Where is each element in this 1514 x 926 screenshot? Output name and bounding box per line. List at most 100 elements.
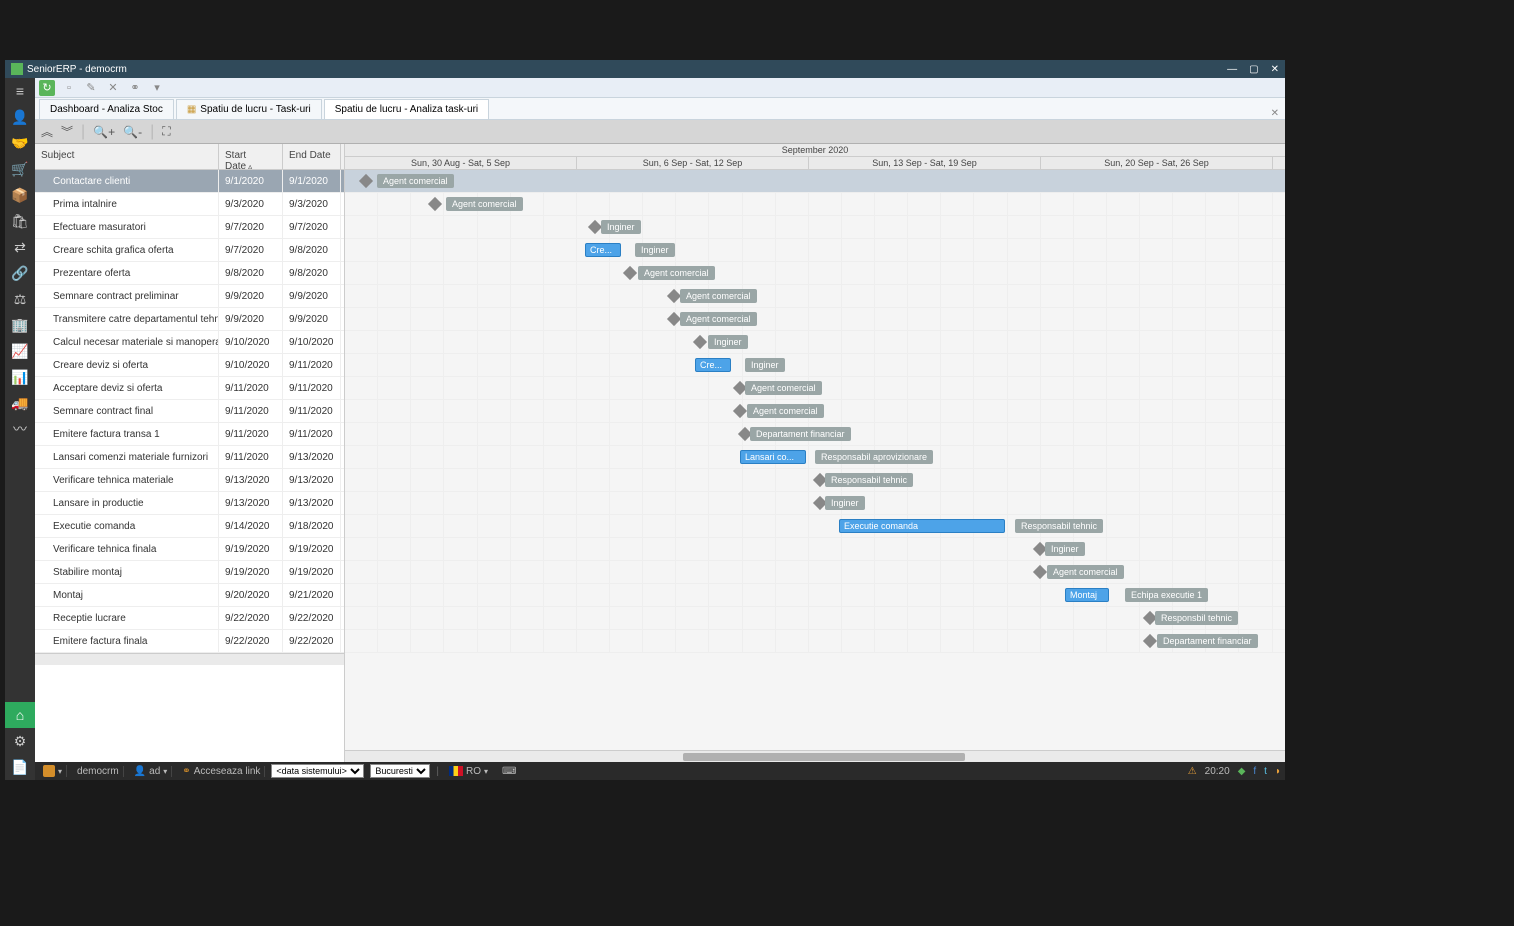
task-row[interactable]: Executie comanda 9/14/2020 9/18/2020	[35, 515, 344, 538]
scrollbar-thumb[interactable]	[683, 753, 965, 761]
cell-end: 9/11/2020	[283, 423, 341, 445]
user-icon[interactable]: 👤	[5, 104, 35, 130]
expand-all-button[interactable]: ︾	[61, 123, 73, 140]
zoom-in-button[interactable]: 🔍+	[93, 125, 115, 139]
gantt-milestone[interactable]	[359, 174, 373, 188]
shop-icon[interactable]: 🛍	[5, 208, 35, 234]
column-subject[interactable]: Subject	[35, 144, 219, 169]
gantt-milestone[interactable]	[428, 197, 442, 211]
status-link[interactable]: Acceseaza link	[194, 766, 261, 777]
task-row[interactable]: Stabilire montaj 9/19/2020 9/19/2020	[35, 561, 344, 584]
task-row[interactable]: Lansare in productie 9/13/2020 9/13/2020	[35, 492, 344, 515]
cell-subject: Prima intalnire	[35, 193, 219, 215]
link-icon[interactable]: 🔗	[5, 260, 35, 286]
truck-icon[interactable]: 🚚	[5, 390, 35, 416]
gantt-resource-label: Responsabil aprovizionare	[815, 450, 933, 464]
task-row[interactable]: Semnare contract preliminar 9/9/2020 9/9…	[35, 285, 344, 308]
task-row[interactable]: Calcul necesar materiale si manopera 9/1…	[35, 331, 344, 354]
task-row[interactable]: Acceptare deviz si oferta 9/11/2020 9/11…	[35, 377, 344, 400]
status-db: democrm	[77, 766, 119, 777]
scales-icon[interactable]: ⚖	[5, 286, 35, 312]
gear-icon[interactable]: ⚙	[5, 728, 35, 754]
cell-subject: Lansare in productie	[35, 492, 219, 514]
column-end-date[interactable]: End Date	[283, 144, 341, 169]
gantt-resource-label: Inginer	[708, 335, 748, 349]
task-row[interactable]: Prezentare oferta 9/8/2020 9/8/2020	[35, 262, 344, 285]
task-row[interactable]: Receptie lucrare 9/22/2020 9/22/2020	[35, 607, 344, 630]
refresh-button[interactable]: ↻	[39, 80, 55, 96]
link-button[interactable]: ⚭	[127, 80, 143, 96]
hand-icon[interactable]: 🤝	[5, 130, 35, 156]
gantt-milestone[interactable]	[588, 220, 602, 234]
gantt-milestone[interactable]	[693, 335, 707, 349]
status-city-select[interactable]: Bucuresti	[370, 764, 430, 778]
warning-icon[interactable]: ⚠	[1188, 766, 1197, 777]
gantt-hscrollbar[interactable]	[345, 750, 1285, 762]
column-start-date[interactable]: Start Date▵	[219, 144, 283, 169]
task-row[interactable]: Emitere factura transa 1 9/11/2020 9/11/…	[35, 423, 344, 446]
lang-dropdown[interactable]: ▾	[484, 767, 488, 776]
gantt-milestone[interactable]	[667, 312, 681, 326]
task-row[interactable]: Creare deviz si oferta 9/10/2020 9/11/20…	[35, 354, 344, 377]
close-button[interactable]: ✕	[1271, 64, 1279, 75]
zoom-out-button[interactable]: 🔍-	[123, 125, 142, 139]
cart-icon[interactable]: 🛒	[5, 156, 35, 182]
fit-button[interactable]: ⛶	[162, 124, 170, 139]
cell-start: 9/14/2020	[219, 515, 283, 537]
save-button[interactable]: ▫	[61, 80, 77, 96]
minimize-button[interactable]: —	[1227, 64, 1237, 75]
transfer-icon[interactable]: ⇄	[5, 234, 35, 260]
bars-icon[interactable]: 📊	[5, 364, 35, 390]
wave-icon[interactable]: 〰	[5, 416, 35, 442]
task-row[interactable]: Prima intalnire 9/3/2020 9/3/2020	[35, 193, 344, 216]
user-dropdown[interactable]: ▾	[163, 767, 167, 776]
box-icon[interactable]: 📦	[5, 182, 35, 208]
menu-icon[interactable]: ≡	[5, 78, 35, 104]
tab-close-button[interactable]: ✕	[1271, 108, 1279, 119]
tab-workspace-analysis[interactable]: Spatiu de lucru - Analiza task-uri	[324, 99, 489, 119]
dropdown-button[interactable]: ▾	[149, 80, 165, 96]
gantt-task-bar[interactable]: Lansari co...	[740, 450, 806, 464]
gantt-task-bar[interactable]: Executie comanda	[839, 519, 1005, 533]
task-row[interactable]: Semnare contract final 9/11/2020 9/11/20…	[35, 400, 344, 423]
gantt-task-bar[interactable]: Montaj	[1065, 588, 1109, 602]
tab-workspace-tasks[interactable]: ▦Spatiu de lucru - Task-uri	[176, 99, 322, 119]
task-row[interactable]: Montaj 9/20/2020 9/21/2020	[35, 584, 344, 607]
gantt-task-bar[interactable]: Cre...	[695, 358, 731, 372]
tab-label: Spatiu de lucru - Analiza task-uri	[335, 104, 478, 115]
twitter-icon[interactable]: t	[1264, 766, 1267, 777]
gantt-milestone[interactable]	[1033, 565, 1047, 579]
task-row[interactable]: Efectuare masuratori 9/7/2020 9/7/2020	[35, 216, 344, 239]
building-icon[interactable]: 🏢	[5, 312, 35, 338]
tab-dashboard[interactable]: Dashboard - Analiza Stoc	[39, 99, 174, 119]
gantt-milestone[interactable]	[733, 404, 747, 418]
grid-hscrollbar[interactable]	[35, 653, 344, 665]
task-row[interactable]: Lansari comenzi materiale furnizori 9/11…	[35, 446, 344, 469]
cell-end: 9/21/2020	[283, 584, 341, 606]
task-row[interactable]: Creare schita grafica oferta 9/7/2020 9/…	[35, 239, 344, 262]
gantt-week-header: Sun, 13 Sep - Sat, 19 Sep	[809, 157, 1041, 169]
task-row[interactable]: Contactare clienti 9/1/2020 9/1/2020	[35, 170, 344, 193]
cell-end: 9/22/2020	[283, 630, 341, 652]
keyboard-icon[interactable]: ⌨	[502, 766, 516, 777]
task-row[interactable]: Emitere factura finala 9/22/2020 9/22/20…	[35, 630, 344, 653]
task-row[interactable]: Transmitere catre departamentul tehnic 9…	[35, 308, 344, 331]
report-icon[interactable]: 📄	[5, 754, 35, 780]
gantt-milestone[interactable]	[1143, 634, 1157, 648]
home-icon[interactable]: ⌂	[5, 702, 35, 728]
gantt-milestone[interactable]	[667, 289, 681, 303]
edit-button[interactable]: ✎	[83, 80, 99, 96]
task-row[interactable]: Verificare tehnica finala 9/19/2020 9/19…	[35, 538, 344, 561]
collapse-all-button[interactable]: ︽	[41, 123, 53, 140]
status-date-select[interactable]: <data sistemului>	[271, 764, 364, 778]
chart-icon[interactable]: 📈	[5, 338, 35, 364]
gantt-milestone[interactable]	[623, 266, 637, 280]
rss-icon[interactable]: ◗	[1275, 766, 1281, 777]
delete-button[interactable]: ✕	[105, 80, 121, 96]
task-row[interactable]: Verificare tehnica materiale 9/13/2020 9…	[35, 469, 344, 492]
gantt-task-bar[interactable]: Cre...	[585, 243, 621, 257]
dropdown-icon[interactable]: ▾	[58, 767, 62, 776]
maximize-button[interactable]: ▢	[1249, 64, 1258, 75]
sync-icon[interactable]: ◆	[1238, 766, 1246, 777]
facebook-icon[interactable]: f	[1253, 766, 1256, 777]
